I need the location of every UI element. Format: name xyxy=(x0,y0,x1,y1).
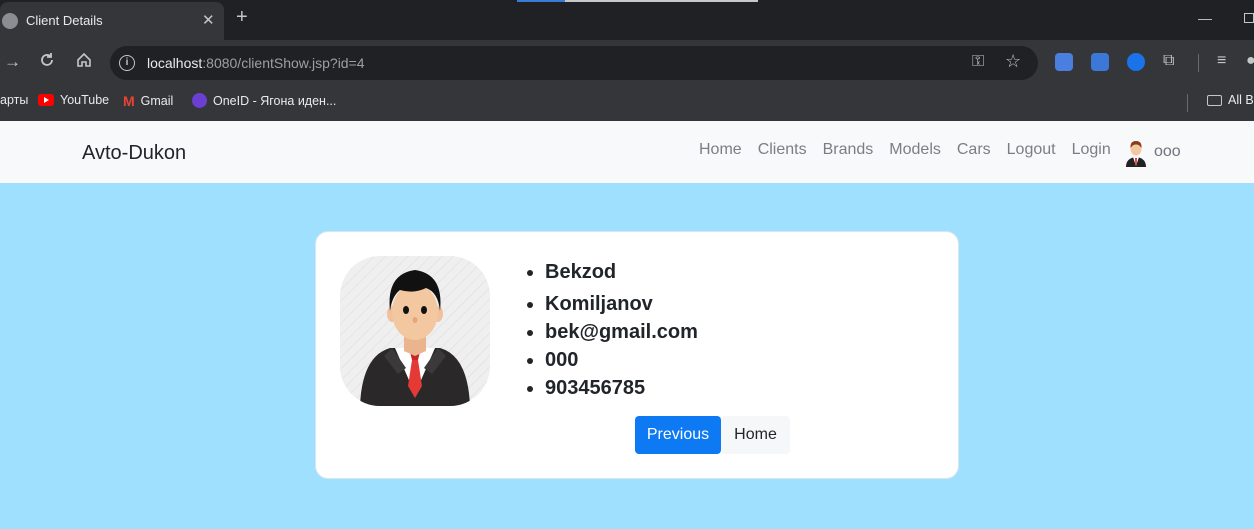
nav-link-login[interactable]: Login xyxy=(1064,140,1119,160)
bookmarks-bar: арты YouTube M Gmail OneID - Ягона иден..… xyxy=(0,86,1254,121)
nav-link-home[interactable]: Home xyxy=(691,140,750,160)
client-avatar xyxy=(340,256,490,406)
reload-icon[interactable] xyxy=(39,52,55,73)
extensions-puzzle-icon[interactable]: ⧉ xyxy=(1163,52,1174,70)
client-email: bek@gmail.com xyxy=(545,318,698,346)
video-extension-icon[interactable] xyxy=(1127,53,1145,71)
home-button[interactable]: Home xyxy=(721,416,790,454)
tab-strip-highlight xyxy=(517,0,565,2)
youtube-icon xyxy=(38,94,54,106)
nav-link-clients[interactable]: Clients xyxy=(750,140,815,160)
bookmark-oneid[interactable]: OneID - Ягона иден... xyxy=(192,93,336,108)
tab-strip-highlight-secondary xyxy=(565,0,758,2)
translate-extension-icon[interactable] xyxy=(1091,53,1109,71)
nav-link-cars[interactable]: Cars xyxy=(949,140,999,160)
bookmark-gmail[interactable]: M Gmail xyxy=(123,93,173,109)
minimize-window-button[interactable]: — xyxy=(1198,10,1212,26)
nav-user[interactable]: ooo xyxy=(1124,137,1181,167)
nav-username: ooo xyxy=(1154,143,1181,160)
nav-link-logout[interactable]: Logout xyxy=(999,140,1064,160)
bookmark-star-icon[interactable]: ☆ xyxy=(1005,51,1021,72)
url-text[interactable]: localhost:8080/clientShow.jsp?id=4 xyxy=(147,55,365,71)
nav-link-models[interactable]: Models xyxy=(881,140,949,160)
browser-tab-active[interactable]: Client Details ✕ xyxy=(0,2,224,40)
globe-icon xyxy=(2,13,18,29)
navbar-brand[interactable]: Avto-Dukon xyxy=(82,142,186,165)
password-key-icon[interactable]: ⚿ xyxy=(972,53,984,71)
client-first-name: Bekzod xyxy=(545,258,698,286)
client-card: Bekzod Komiljanov bek@gmail.com 000 9034… xyxy=(315,231,959,479)
profile-icon[interactable]: ● xyxy=(1246,52,1254,70)
reading-list-icon[interactable]: ≡ xyxy=(1217,52,1226,70)
user-avatar-icon xyxy=(1126,141,1146,167)
tab-title: Client Details xyxy=(26,13,103,28)
client-info-list: Bekzod Komiljanov bek@gmail.com 000 9034… xyxy=(545,258,698,402)
address-bar[interactable]: i localhost:8080/clientShow.jsp?id=4 ⚿ ☆ xyxy=(110,46,1038,80)
gmail-icon: M xyxy=(123,93,135,109)
client-last-name: Komiljanov xyxy=(545,290,698,318)
site-info-icon[interactable]: i xyxy=(119,55,135,71)
oneid-icon xyxy=(192,93,207,108)
forward-icon[interactable]: → xyxy=(4,52,21,72)
nav-links: Home Clients Brands Models Cars Logout L… xyxy=(691,140,1119,160)
restore-window-button[interactable] xyxy=(1244,13,1254,23)
client-code: 000 xyxy=(545,346,698,374)
home-icon[interactable] xyxy=(76,52,92,73)
close-tab-icon[interactable]: ✕ xyxy=(202,11,215,29)
client-phone: 903456785 xyxy=(545,374,698,402)
browser-toolbar: → i localhost:8080/clientShow.jsp?id=4 ⚿… xyxy=(0,40,1254,86)
site-navbar: Avto-Dukon Home Clients Brands Models Ca… xyxy=(0,121,1254,183)
folder-icon xyxy=(1207,94,1222,106)
previous-button[interactable]: Previous xyxy=(635,416,721,454)
new-tab-button[interactable]: + xyxy=(236,6,248,29)
nav-link-brands[interactable]: Brands xyxy=(815,140,882,160)
bookmark-item[interactable]: арты xyxy=(0,93,28,107)
bookmarks-divider xyxy=(1187,94,1188,112)
toolbar-divider xyxy=(1198,54,1199,72)
browser-tabbar: Client Details ✕ + — xyxy=(0,0,1254,40)
all-bookmarks-button[interactable]: All B xyxy=(1207,93,1254,107)
businessman-avatar-icon xyxy=(340,256,490,406)
google-translate-icon[interactable] xyxy=(1055,53,1073,71)
bookmark-youtube[interactable]: YouTube xyxy=(38,93,109,107)
